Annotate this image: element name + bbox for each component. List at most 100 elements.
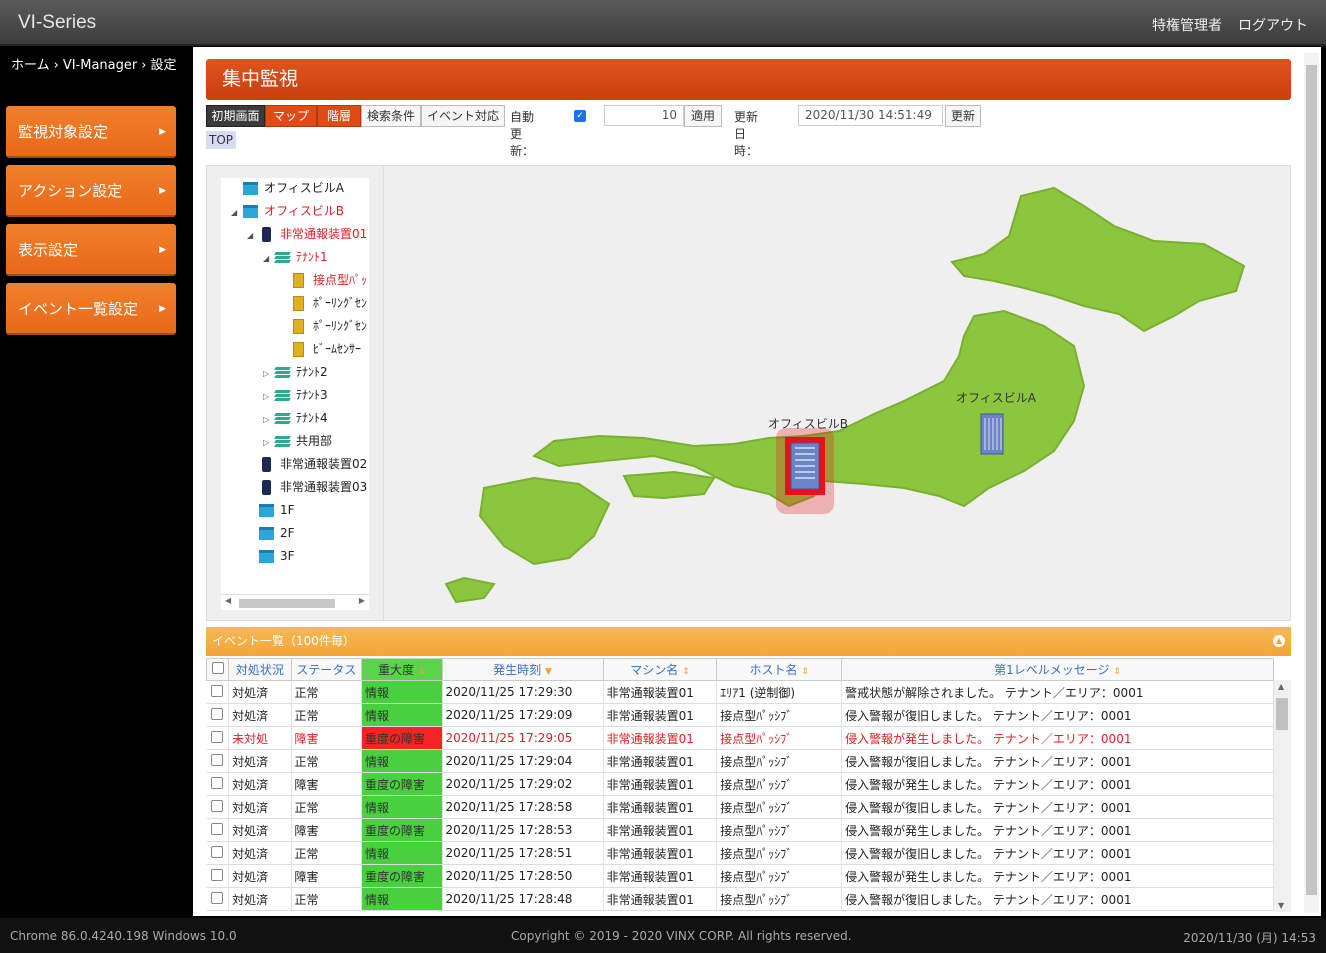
sidebar-item-monitor-target[interactable]: 監視対象設定 ▶	[6, 106, 176, 158]
breadcrumb-vi-manager[interactable]: VI-Manager	[63, 58, 137, 73]
sidebar-item-label: アクション設定	[18, 182, 123, 200]
breadcrumb-separator: ›	[53, 58, 59, 73]
row-checkbox[interactable]	[211, 707, 224, 720]
building-a-marker[interactable]	[980, 413, 1004, 455]
table-row[interactable]: 対処済 障害 重度の障害 2020/11/25 17:28:53 非常通報装置01 接点型…	[206, 818, 1274, 842]
table-row[interactable]: 対処済 障害 重度の障害 2020/11/25 17:29:02 非常通報装置01 接点型…	[206, 772, 1274, 796]
scroll-up-icon[interactable]: ▲	[1278, 682, 1284, 691]
map-label-building-b[interactable]: オフィスビルB	[768, 415, 848, 432]
tree-node[interactable]: ◢ オフィスビルB	[231, 201, 344, 221]
row-select-cell	[206, 772, 230, 796]
column-status[interactable]: ステータス	[290, 658, 363, 681]
tree-node[interactable]: ▷ ﾃﾅﾝﾄ4	[263, 408, 328, 428]
row-checkbox[interactable]	[211, 822, 224, 835]
tree-node[interactable]: 非常通報装置03	[247, 477, 367, 497]
tree-node[interactable]: 接点型ﾊﾟｯ	[279, 270, 367, 290]
building-b-marker[interactable]	[776, 428, 834, 514]
table-row[interactable]: 対処済 正常 情報 2020/11/25 17:28:58 非常通報装置01 接点型ﾊﾟｯ…	[206, 795, 1274, 819]
user-name[interactable]: 特権管理者	[1152, 15, 1222, 35]
scroll-down-icon[interactable]: ▼	[1278, 901, 1284, 910]
copyright: Copyright © 2019 - 2020 VINX CORP. All r…	[511, 929, 852, 943]
japan-map[interactable]: オフィスビルA オフィスビルB	[383, 166, 1290, 620]
scrollbar-thumb[interactable]	[1306, 65, 1317, 895]
tree-toggle-icon[interactable]: ▷	[263, 387, 275, 407]
app-title: VI-Series	[18, 12, 97, 33]
tab-initial-screen[interactable]: 初期画面	[206, 105, 265, 127]
column-host[interactable]: ホスト名 ⇕	[716, 658, 843, 681]
table-row[interactable]: 対処済 正常 情報 2020/11/25 17:28:48 非常通報装置01 接点型ﾊﾟｯ…	[206, 887, 1274, 911]
scroll-left-icon[interactable]: ◀	[225, 596, 231, 605]
sidebar-item-display[interactable]: 表示設定 ▶	[6, 224, 176, 276]
cell-severity: 情報	[361, 703, 443, 727]
tree-node[interactable]: 3F	[247, 546, 295, 566]
breadcrumb-home[interactable]: ホーム	[11, 58, 50, 73]
column-handle[interactable]: 対処状況	[228, 658, 292, 681]
browser-info: Chrome 86.0.4240.198 Windows 10.0	[10, 929, 237, 943]
cell-status: 正常	[291, 841, 363, 865]
tree-toggle-icon[interactable]: ▷	[263, 410, 275, 430]
map-label-building-a[interactable]: オフィスビルA	[956, 389, 1036, 406]
tree-node[interactable]: ﾎﾟｰﾘﾝｸﾞｾﾝ	[279, 293, 367, 313]
row-checkbox[interactable]	[211, 891, 224, 904]
collapse-icon[interactable]: ▲	[1273, 635, 1285, 647]
column-message[interactable]: 第1レベルメッセージ ⇕	[841, 658, 1274, 681]
select-all-checkbox[interactable]	[211, 662, 224, 674]
column-severity[interactable]: 重大度 ⇕	[361, 658, 443, 681]
tree-toggle-icon[interactable]: ▷	[263, 364, 275, 384]
tree-node[interactable]: 非常通報装置02	[247, 454, 367, 474]
tree-node[interactable]: 2F	[247, 523, 295, 543]
tab-map[interactable]: マップ	[265, 105, 317, 127]
tree-node[interactable]: ◢ ﾃﾅﾝﾄ1	[263, 247, 328, 267]
tree-toggle-icon[interactable]: ◢	[263, 249, 275, 269]
tree-toggle-icon[interactable]: ◢	[231, 203, 243, 223]
sidebar-item-event-list[interactable]: イベント一覧設定 ▶	[6, 283, 176, 335]
row-checkbox[interactable]	[211, 845, 224, 858]
row-checkbox[interactable]	[211, 868, 224, 881]
table-row[interactable]: 対処済 正常 情報 2020/11/25 17:29:09 非常通報装置01 接点型ﾊﾟｯ…	[206, 703, 1274, 727]
table-row[interactable]: 対処済 障害 重度の障害 2020/11/25 17:28:50 非常通報装置01 接点型…	[206, 864, 1274, 888]
table-row[interactable]: 対処済 正常 情報 2020/11/25 17:29:04 非常通報装置01 接点型ﾊﾟｯ…	[206, 749, 1274, 773]
top-link[interactable]: TOP	[206, 131, 236, 149]
tree-node[interactable]: ﾎﾟｰﾘﾝｸﾞｾﾝ	[279, 316, 367, 336]
table-row[interactable]: 対処済 正常 情報 2020/11/25 17:29:30 非常通報装置01 ｴﾘｱ1 (…	[206, 680, 1274, 704]
chevron-right-icon: ▶	[159, 245, 166, 255]
tree-node[interactable]: オフィスビルA	[231, 178, 344, 198]
hierarchy-tree: オフィスビルA ◢ オフィスビルB ◢ 非常通報装置01 ◢ ﾃﾅﾝﾄ1 接点型ﾊﾟｯ ﾎﾟｰﾘ…	[221, 178, 369, 610]
refresh-button[interactable]: 更新	[945, 105, 981, 127]
refresh-interval-input[interactable]: 10	[604, 105, 684, 126]
tree-toggle-icon[interactable]: ▷	[263, 433, 275, 453]
tree-node[interactable]: ▷ ﾃﾅﾝﾄ3	[263, 385, 328, 405]
page-scrollbar[interactable]	[1304, 53, 1319, 913]
tree-node[interactable]: ﾋﾞｰﾑｾﾝｻｰ	[279, 339, 361, 359]
logout-link[interactable]: ログアウト	[1238, 15, 1308, 35]
scrollbar-thumb[interactable]	[239, 599, 335, 608]
tree-toggle-icon[interactable]: ◢	[247, 226, 259, 246]
table-row[interactable]: 未対処 障害 重度の障害 2020/11/25 17:29:05 非常通報装置01 接点型…	[206, 726, 1274, 750]
column-machine[interactable]: マシン名 ⇕	[602, 658, 718, 681]
tree-node[interactable]: ◢ 非常通報装置01	[247, 224, 367, 244]
scrollbar-thumb[interactable]	[1276, 698, 1288, 730]
table-row[interactable]: 対処済 正常 情報 2020/11/25 17:28:51 非常通報装置01 接点型ﾊﾟｯ…	[206, 841, 1274, 865]
apply-button[interactable]: 適用	[684, 105, 722, 127]
event-table: 対処状況 ステータス 重大度 ⇕ 発生時刻 ▼ マシン名 ⇕ ホスト名 ⇕ 第1…	[205, 658, 1274, 911]
search-conditions-button[interactable]: 検索条件	[361, 105, 421, 127]
scroll-right-icon[interactable]: ▶	[359, 596, 365, 605]
tree-node-label: ﾎﾟｰﾘﾝｸﾞｾﾝ	[313, 319, 368, 333]
tree-horizontal-scrollbar[interactable]: ◀ ▶	[221, 594, 369, 610]
cell-message: 侵入警報が復旧しました。 テナント／エリア：0001	[841, 703, 1274, 727]
row-checkbox[interactable]	[211, 776, 224, 789]
tab-hierarchy[interactable]: 階層	[317, 105, 361, 127]
row-checkbox[interactable]	[211, 684, 224, 697]
auto-refresh-checkbox[interactable]: ✓	[574, 110, 586, 122]
row-checkbox[interactable]	[211, 753, 224, 766]
column-time[interactable]: 発生時刻 ▼	[441, 658, 604, 681]
tree-node[interactable]: ▷ 共用部	[263, 431, 332, 451]
event-response-button[interactable]: イベント対応	[421, 105, 505, 127]
row-checkbox[interactable]	[211, 730, 224, 743]
event-table-scrollbar[interactable]: ▲ ▼	[1274, 680, 1291, 912]
tree-node-label: オフィスビルB	[264, 204, 344, 218]
row-checkbox[interactable]	[211, 799, 224, 812]
tree-node[interactable]: ▷ ﾃﾅﾝﾄ2	[263, 362, 328, 382]
sidebar-item-action[interactable]: アクション設定 ▶	[6, 165, 176, 217]
tree-node[interactable]: 1F	[247, 500, 295, 520]
